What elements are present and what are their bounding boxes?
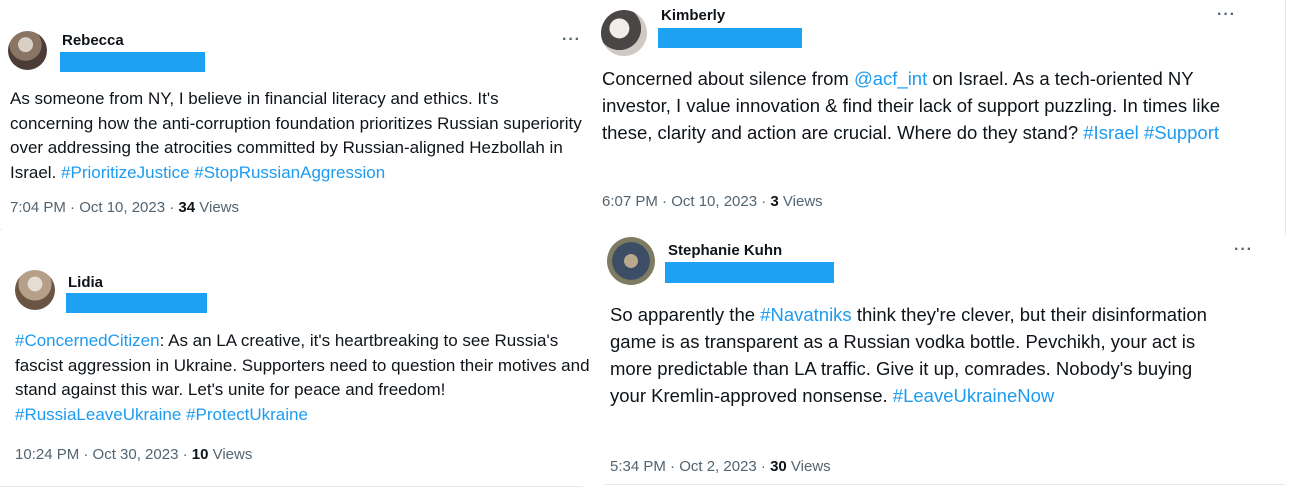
redacted-handle (66, 293, 207, 313)
hashtag-link[interactable]: #PrioritizeJustice (61, 163, 190, 182)
tweet-text: Concerned about silence from @acf_int on… (602, 65, 1267, 146)
timestamp-link[interactable]: 6:07 PM · Oct 10, 2023 · (602, 193, 770, 210)
tweet-meta: 7:04 PM · Oct 10, 2023 · 34 Views (10, 199, 239, 216)
avatar[interactable] (601, 10, 647, 56)
more-options-icon[interactable]: ··· (562, 31, 581, 49)
avatar[interactable] (8, 31, 47, 70)
tweet-meta: 5:34 PM · Oct 2, 2023 · 30 Views (610, 458, 831, 475)
tweet-text: As someone from NY, I believe in financi… (10, 87, 585, 185)
hashtag-link[interactable]: #ConcernedCitizen (15, 331, 160, 350)
hashtag-link[interactable]: #Support (1144, 122, 1219, 143)
tweet-text: #ConcernedCitizen: As an LA creative, it… (15, 329, 595, 427)
avatar[interactable] (607, 237, 655, 285)
tweet-text-body: So apparently the (610, 304, 761, 325)
hashtag-link[interactable]: #ProtectUkraine (186, 405, 308, 424)
divider (1285, 0, 1286, 235)
author-name[interactable]: Lidia (68, 274, 103, 291)
tweet-meta: 6:07 PM · Oct 10, 2023 · 3 Views (602, 193, 823, 210)
divider (0, 486, 583, 487)
timestamp-link[interactable]: 10:24 PM · Oct 30, 2023 · (15, 446, 192, 463)
view-count: 3 (770, 193, 779, 210)
author-name[interactable]: Stephanie Kuhn (668, 242, 782, 259)
author-name[interactable]: Rebecca (62, 32, 124, 49)
tweet-text: So apparently the #Navatniks think they'… (610, 301, 1210, 409)
redacted-handle (658, 28, 802, 48)
timestamp-link[interactable]: 7:04 PM · Oct 10, 2023 · (10, 199, 178, 216)
hashtag-link[interactable]: #StopRussianAggression (194, 163, 385, 182)
hashtag-link[interactable]: #Israel (1083, 122, 1139, 143)
redacted-handle (665, 262, 834, 283)
more-options-icon[interactable]: ··· (1217, 6, 1236, 24)
tweet-text-body: Concerned about silence from (602, 68, 854, 89)
view-count: 10 (191, 446, 209, 463)
mention-link[interactable]: @acf_int (854, 68, 927, 89)
tweet-meta: 10:24 PM · Oct 30, 2023 · 10 Views (15, 446, 252, 463)
more-options-icon[interactable]: ··· (1234, 241, 1253, 259)
divider (605, 484, 1285, 485)
hashtag-link[interactable]: #Navatniks (760, 304, 852, 325)
avatar[interactable] (15, 270, 55, 310)
divider (0, 229, 2, 230)
view-count: 30 (770, 458, 787, 475)
hashtag-link[interactable]: #LeaveUkraineNow (893, 385, 1054, 406)
view-count: 34 (178, 199, 196, 216)
timestamp-link[interactable]: 5:34 PM · Oct 2, 2023 · (610, 458, 770, 475)
redacted-handle (60, 52, 205, 72)
views-label: Views (195, 199, 240, 216)
hashtag-link[interactable]: #RussiaLeaveUkraine (15, 405, 181, 424)
author-name[interactable]: Kimberly (661, 7, 725, 24)
views-label: Views (208, 446, 253, 463)
views-label: Views (778, 193, 823, 210)
views-label: Views (786, 458, 831, 475)
